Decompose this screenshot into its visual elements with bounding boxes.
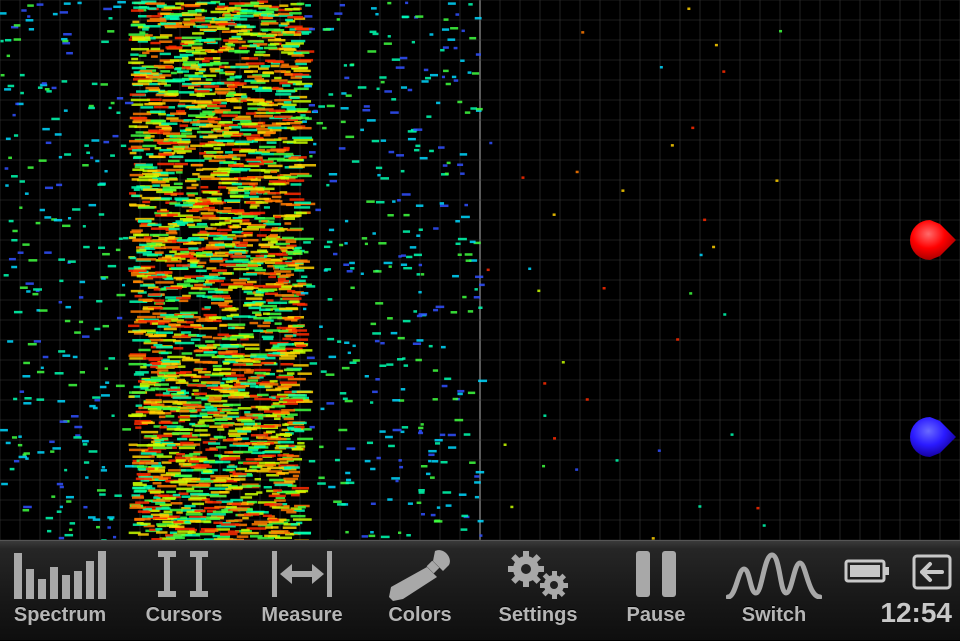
bottom-toolbar: Spectrum Cursors <box>0 540 960 640</box>
switch-button[interactable]: Switch <box>718 541 830 641</box>
switch-waveform-icon <box>718 549 830 603</box>
spectrogram-canvas <box>0 0 960 540</box>
cursors-label: Cursors <box>128 604 240 627</box>
spectrogram-display[interactable] <box>0 0 960 540</box>
measure-button[interactable]: Measure <box>246 541 358 641</box>
spectrogram-noise <box>0 0 782 540</box>
settings-label: Settings <box>482 604 594 627</box>
clock-time: 12:54 <box>880 597 952 629</box>
pause-icon <box>600 549 712 603</box>
colors-button[interactable]: Colors <box>364 541 476 641</box>
cursors-icon <box>128 549 240 603</box>
cursors-button[interactable]: Cursors <box>128 541 240 641</box>
blue-cursor-handle[interactable] <box>910 415 958 459</box>
settings-button[interactable]: Settings <box>482 541 594 641</box>
switch-label: Switch <box>718 604 830 627</box>
eyedropper-icon <box>364 549 476 603</box>
exit-icon[interactable] <box>912 554 952 595</box>
gears-icon <box>482 549 594 603</box>
spectrum-icon <box>4 549 116 603</box>
spectrum-label: Spectrum <box>4 604 116 627</box>
measure-icon <box>246 549 358 603</box>
colors-label: Colors <box>364 604 476 627</box>
status-area: 12:54 <box>840 540 960 640</box>
spectrum-button[interactable]: Spectrum <box>4 541 116 641</box>
pause-label: Pause <box>600 604 712 627</box>
battery-icon <box>844 558 892 589</box>
pause-button[interactable]: Pause <box>600 541 712 641</box>
measure-label: Measure <box>246 604 358 627</box>
red-cursor-handle[interactable] <box>910 218 958 262</box>
